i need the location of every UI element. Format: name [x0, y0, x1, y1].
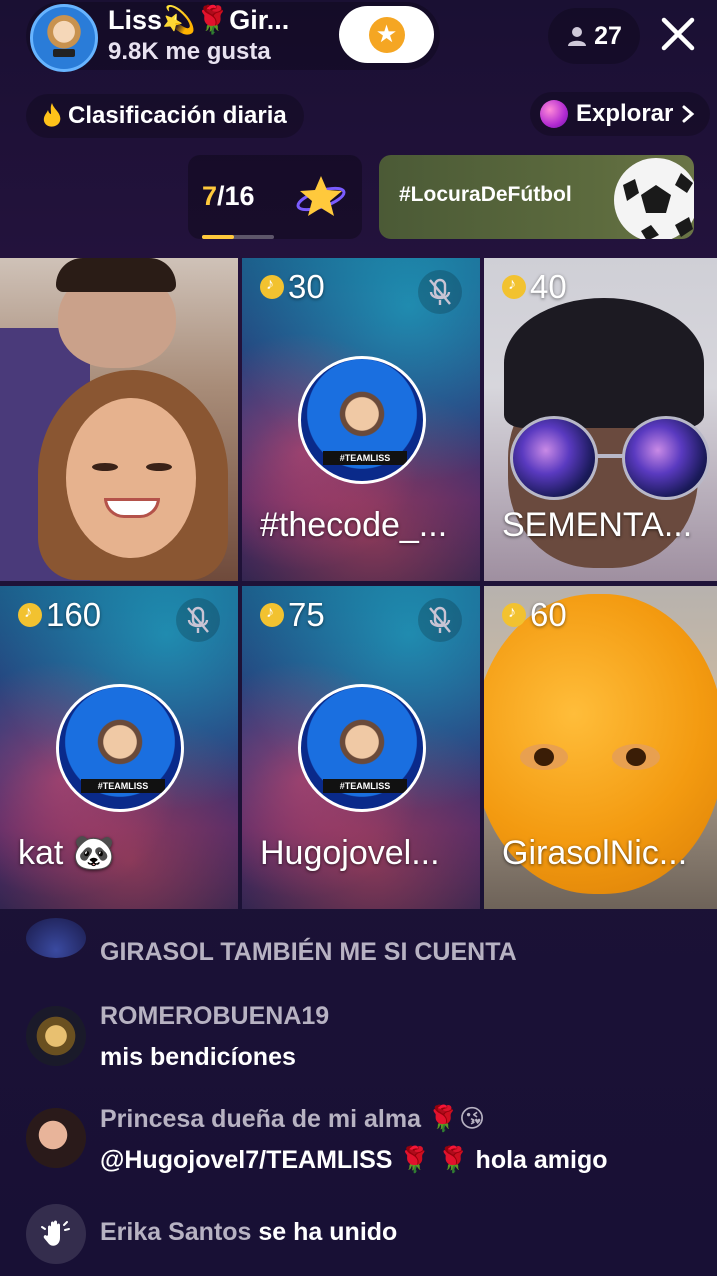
coin-icon — [18, 603, 42, 627]
chat-text: @Hugojovel7/TEAMLISS 🌹 🌹 hola amigo — [100, 1146, 608, 1174]
round-progress-bar — [202, 235, 274, 239]
chevron-right-icon — [682, 105, 695, 123]
round-current: 7 — [202, 181, 218, 211]
guest-tile-5[interactable]: 75 #TEAMLISS Hugojovel... — [242, 586, 480, 909]
host-avatar[interactable] — [30, 4, 98, 72]
soccer-ball-icon — [614, 158, 694, 239]
chat-text: se ha unido — [251, 1218, 398, 1246]
person-icon — [568, 27, 587, 46]
guest-avatar: #TEAMLISS — [298, 356, 426, 484]
daily-ranking-label: Clasificación diaria — [68, 102, 287, 129]
guest-name: GirasolNic... — [502, 834, 688, 872]
chat-message[interactable]: Princesa dueña de mi alma 🌹😘 @Hugojovel7… — [26, 1104, 716, 1184]
guest-name: #thecode_... — [260, 506, 448, 544]
mic-muted-icon — [176, 598, 220, 642]
round-total: /16 — [217, 181, 255, 211]
coin-icon — [260, 603, 284, 627]
avatar-banner: #TEAMLISS — [323, 779, 407, 793]
host-likes: 9.8K me gusta — [108, 38, 271, 65]
chat-avatar[interactable] — [26, 918, 86, 958]
round-counter: 7/16 — [202, 181, 255, 212]
guest-tile-host-camera[interactable] — [0, 258, 238, 581]
chat-username[interactable]: ROMEROBUENA19 — [100, 1002, 329, 1031]
chat-avatar[interactable] — [26, 1006, 86, 1066]
chat-username[interactable]: GIRASOL TAMBIÉN ME SI CUENTA — [100, 938, 517, 966]
guest-tile-4[interactable]: 160 #TEAMLISS kat 🐼 — [0, 586, 238, 909]
explore-orb-icon — [540, 100, 568, 128]
explore-label: Explorar — [576, 100, 674, 127]
round-progress-fill — [202, 235, 234, 239]
close-icon[interactable] — [656, 12, 700, 56]
guest-name: Hugojovel... — [260, 834, 440, 872]
follow-button[interactable]: ★ — [339, 6, 434, 63]
guest-tile-2[interactable]: 30 #TEAMLISS #thecode_... — [242, 258, 480, 581]
star-icon — [296, 176, 346, 216]
hashtag-label: #LocuraDeFútbol — [399, 183, 572, 206]
chat-text: mis bendicíones — [100, 1043, 296, 1071]
viewer-count[interactable]: 27 — [548, 8, 640, 64]
avatar-banner: #TEAMLISS — [323, 451, 407, 465]
coin-badge: 160 — [18, 596, 101, 634]
coin-value: 75 — [288, 596, 325, 633]
chat-message[interactable]: ROMEROBUENA19 mis bendicíones — [26, 1002, 706, 1082]
guest-avatar: #TEAMLISS — [298, 684, 426, 812]
coin-icon — [502, 275, 526, 299]
coin-icon — [260, 275, 284, 299]
coin-value: 30 — [288, 268, 325, 305]
explore-button[interactable]: Explorar — [530, 92, 710, 136]
guest-name: kat 🐼 — [18, 834, 116, 872]
round-card[interactable]: 7/16 — [188, 155, 362, 239]
coin-value: 40 — [530, 268, 567, 305]
mic-muted-icon — [418, 598, 462, 642]
flame-icon — [43, 103, 61, 127]
avatar-banner: #TEAMLISS — [81, 779, 165, 793]
mic-muted-icon — [418, 270, 462, 314]
hashtag-banner[interactable]: #LocuraDeFútbol — [379, 155, 694, 239]
coin-value: 60 — [530, 596, 567, 633]
star-icon: ★ — [368, 16, 405, 53]
chat-username[interactable]: Princesa dueña de mi alma 🌹😘 — [100, 1104, 608, 1134]
guest-tile-6[interactable]: 60 GirasolNic... — [484, 586, 717, 909]
coin-badge: 75 — [260, 596, 325, 634]
guest-name: SEMENTA... — [502, 506, 693, 544]
coin-badge: 40 — [502, 268, 567, 306]
daily-ranking-button[interactable]: Clasificación diaria — [26, 94, 304, 138]
guest-avatar: #TEAMLISS — [56, 684, 184, 812]
wave-hand-icon — [26, 1204, 86, 1264]
join-notice: Erika Santos se ha unido — [26, 1204, 706, 1264]
guest-tile-3[interactable]: 40 SEMENTA... — [484, 258, 717, 581]
host-name[interactable]: Liss💫🌹Gir... — [108, 4, 289, 36]
chat-avatar[interactable] — [26, 1108, 86, 1168]
viewer-count-value: 27 — [594, 21, 622, 50]
coin-badge: 30 — [260, 268, 325, 306]
chat-message[interactable]: GIRASOL TAMBIÉN ME SI CUENTA — [26, 918, 706, 970]
chat-username[interactable]: Erika Santos — [100, 1218, 251, 1246]
coin-value: 160 — [46, 596, 102, 633]
coin-icon — [502, 603, 526, 627]
coin-badge: 60 — [502, 596, 567, 634]
